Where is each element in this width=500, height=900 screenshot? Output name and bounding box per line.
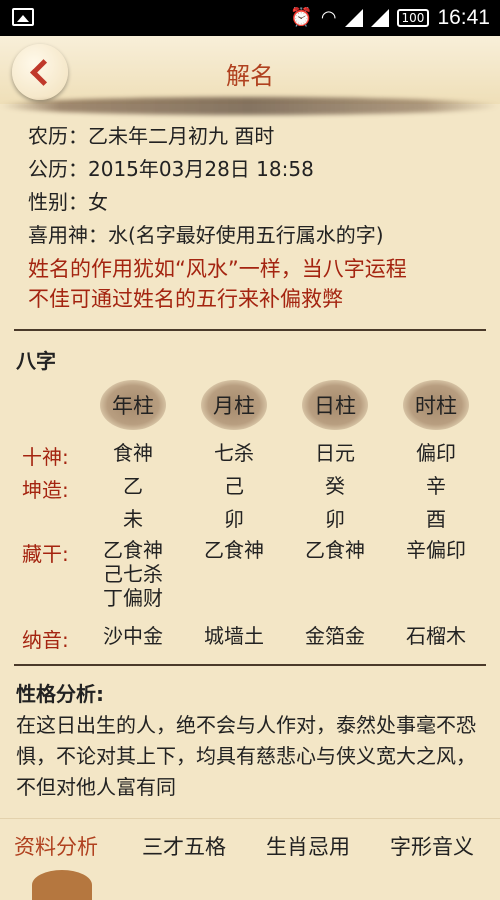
zhi-month: 卯 <box>224 507 244 531</box>
bazi-title: 八字 <box>16 349 56 373</box>
tab-sancai-wuge[interactable]: 三才五格 <box>142 831 226 861</box>
note-line-1: 姓名的作用犹如“风水”一样，当八字运程 <box>28 257 407 281</box>
gallery-notification-icon <box>12 8 34 26</box>
nayin-day: 金箔金 <box>305 624 365 648</box>
decoration-ornament <box>32 870 92 900</box>
note-line-2: 不佳可通过姓名的五行来补偏救弊 <box>28 287 343 311</box>
zhi-hour: 酉 <box>426 507 446 531</box>
gender-row: 性别：女 <box>28 186 488 219</box>
section-divider <box>14 329 486 331</box>
alarm-icon: ⏰ <box>290 7 313 28</box>
tab-glyph-meaning[interactable]: 字形音义 <box>390 831 474 861</box>
kunzao-label: 坤造: <box>22 478 69 502</box>
canggan-month: 乙食神 <box>204 538 264 562</box>
solar-label: 公历： <box>28 157 88 181</box>
page-title: 解名 <box>226 62 274 90</box>
shishen-month: 七杀 <box>214 441 254 465</box>
battery-icon: 100 <box>396 9 430 27</box>
wifi-icon: ◠ <box>320 7 337 28</box>
shishen-day: 日元 <box>315 441 355 465</box>
gan-year: 乙 <box>123 474 143 498</box>
gan-hour: 辛 <box>426 474 446 498</box>
pillar-day: 日柱 <box>302 380 368 430</box>
nayin-year: 沙中金 <box>103 624 163 648</box>
nayin-hour: 石榴木 <box>406 624 466 648</box>
pillar-month: 月柱 <box>201 380 267 430</box>
personality-title: 性格分析: <box>16 682 104 706</box>
clock: 16:41 <box>437 6 490 29</box>
gan-day: 癸 <box>325 474 345 498</box>
canggan-year-3: 丁偏财 <box>103 586 163 610</box>
lunar-label: 农历： <box>28 124 88 148</box>
nayin-label: 纳音: <box>22 628 69 652</box>
canggan-label: 藏干: <box>22 542 69 566</box>
shishen-year: 食神 <box>113 441 153 465</box>
brush-stroke-divider <box>0 97 500 115</box>
status-bar: ⏰ ◠ 100 16:41 <box>0 0 500 36</box>
xiyong-value: 水(名字最好使用五行属水的字) <box>108 223 384 247</box>
signal-icon <box>344 9 363 27</box>
fengshui-note: 姓名的作用犹如“风水”一样，当八字运程 不佳可通过姓名的五行来补偏救弊 <box>28 254 488 314</box>
personality-text[interactable]: 在这日出生的人，绝不会与人作对，泰然处事毫不恐惧，不论对其上下，均具有慈悲心与侠… <box>16 710 486 806</box>
gan-month: 己 <box>224 474 244 498</box>
birth-info: 农历：乙未年二月初九 酉时 公历：2015年03月28日 18:58 性别：女 … <box>28 120 488 314</box>
nayin-month: 城墙土 <box>204 624 264 648</box>
zhi-year: 未 <box>123 507 143 531</box>
lunar-row: 农历：乙未年二月初九 酉时 <box>28 120 488 153</box>
shishen-label: 十神: <box>22 445 69 469</box>
pillar-hour: 时柱 <box>403 380 469 430</box>
gender-value: 女 <box>88 190 108 214</box>
canggan-hour: 辛偏印 <box>406 538 466 562</box>
xiyong-row: 喜用神：水(名字最好使用五行属水的字) <box>28 219 488 252</box>
canggan-day: 乙食神 <box>305 538 365 562</box>
shishen-hour: 偏印 <box>416 441 456 465</box>
signal-icon-2 <box>370 9 389 27</box>
canggan-year: 乙食神 己七杀 丁偏财 <box>78 538 188 610</box>
xiyong-label: 喜用神： <box>28 223 108 247</box>
tab-profile-analysis[interactable]: 资料分析 <box>14 831 98 861</box>
solar-row: 公历：2015年03月28日 18:58 <box>28 153 488 186</box>
canggan-year-2: 己七杀 <box>103 562 163 586</box>
pillar-year: 年柱 <box>100 380 166 430</box>
solar-value: 2015年03月28日 18:58 <box>88 157 314 181</box>
tab-zodiac[interactable]: 生肖忌用 <box>266 831 350 861</box>
status-icons: ⏰ ◠ 100 16:41 <box>290 0 490 36</box>
app-header: 解名 <box>0 36 500 104</box>
zhi-day: 卯 <box>325 507 345 531</box>
section-divider-2 <box>14 664 486 666</box>
canggan-year-1: 乙食神 <box>103 538 163 562</box>
lunar-value: 乙未年二月初九 酉时 <box>88 124 275 148</box>
gender-label: 性别： <box>28 190 88 214</box>
